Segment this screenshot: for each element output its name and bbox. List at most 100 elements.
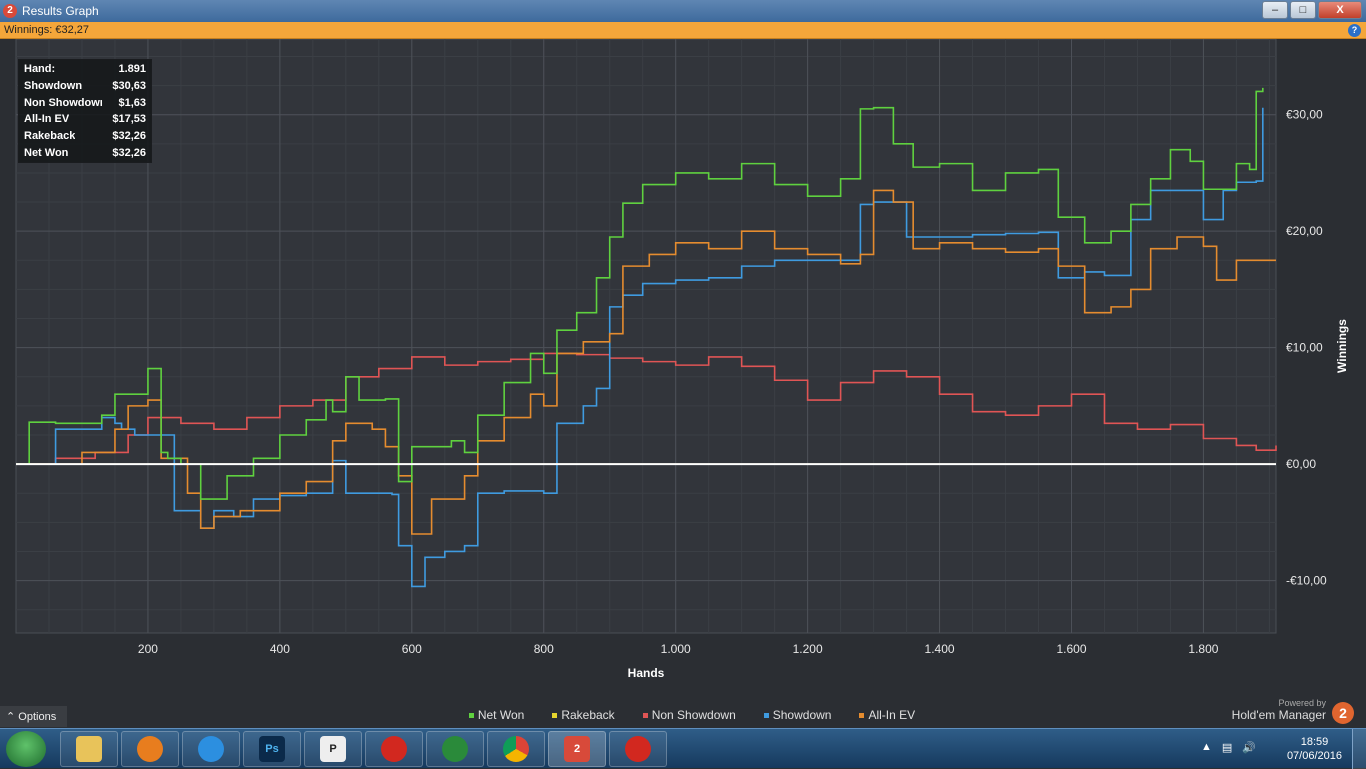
legend-item[interactable]: Non Showdown	[625, 705, 736, 725]
blender-icon	[137, 736, 163, 762]
start-button[interactable]	[6, 731, 46, 767]
legend-swatch	[859, 712, 865, 718]
tooltip-row: Non Showdown $1,63	[24, 97, 146, 114]
taskbar-cards[interactable]	[426, 731, 484, 767]
legend-item[interactable]: Net Won	[451, 705, 524, 725]
tooltip-row: Hand: 1.891	[24, 63, 146, 80]
maximize-button[interactable]: □	[1290, 1, 1316, 19]
taskbar-blender[interactable]	[121, 731, 179, 767]
tooltip-value: $1,63	[118, 96, 146, 109]
window-title: Results Graph	[22, 4, 99, 18]
x-tick-label: 1.800	[1188, 642, 1218, 656]
chevron-up-icon: ⌃	[6, 711, 16, 723]
explorer-icon	[76, 736, 102, 762]
x-tick-label: 800	[534, 642, 554, 656]
tooltip-key: Hand:	[24, 63, 56, 75]
tooltip-key: Non Showdown	[24, 96, 102, 109]
powered-by: Powered by Hold'em Manager	[1232, 698, 1326, 722]
pokerstars-icon-2	[625, 736, 651, 762]
pokerstars-icon	[381, 736, 407, 762]
x-tick-label: 1.400	[925, 642, 955, 656]
minimize-button[interactable]: –	[1262, 1, 1288, 19]
hand-tooltip: Hand: 1.891 Showdown $30,63 Non Showdown $1,6…	[18, 59, 152, 163]
legend-swatch	[552, 712, 558, 718]
help-icon[interactable]: ?	[1348, 24, 1361, 37]
legend-label: Non Showdown	[651, 708, 736, 722]
chrome-icon	[503, 736, 529, 762]
legend-label: All-In EV	[868, 708, 916, 722]
taskbar-hm2[interactable]: 2	[548, 731, 606, 767]
close-button[interactable]: X	[1318, 1, 1362, 19]
taskbar-pokerstars[interactable]	[365, 731, 423, 767]
tooltip-row: Showdown $30,63	[24, 80, 146, 97]
brand-name: Hold'em Manager	[1231, 708, 1326, 722]
hm2-icon: 2	[564, 736, 590, 762]
hm2-logo-icon: 2	[1332, 702, 1354, 724]
tooltip-value: $32,26	[112, 130, 146, 143]
x-tick-label: 1.200	[793, 642, 823, 656]
legend-item[interactable]: All-In EV	[841, 705, 915, 725]
results-graph[interactable]: 200 400 600 800 1.000 1.200 1.400 1.600 1.800 -€1…	[0, 39, 1366, 705]
cards-icon	[442, 736, 468, 762]
winnings-bar: Winnings: €32,27 ?	[0, 22, 1366, 39]
clock[interactable]: 18:59 07/06/2016	[1287, 735, 1342, 763]
legend-swatch	[642, 712, 648, 718]
legend-item[interactable]: Rakeback	[534, 705, 615, 725]
hm2-app-icon: 2	[3, 4, 17, 18]
tooltip-row: Net Won $32,26	[24, 147, 146, 164]
legend-label: Showdown	[772, 708, 832, 722]
pokerx-icon: P	[320, 736, 346, 762]
tooltip-value: $32,26	[112, 146, 146, 159]
legend-item[interactable]: Showdown	[746, 705, 832, 725]
taskbar-ie[interactable]	[182, 731, 240, 767]
volume-icon[interactable]: 🔊	[1242, 741, 1256, 754]
y-tick-label: €0,00	[1286, 457, 1316, 471]
taskbar-photoshop[interactable]: Ps	[243, 731, 301, 767]
clock-date: 07/06/2016	[1286, 750, 1342, 762]
tooltip-key: Net Won	[24, 146, 69, 159]
window-controls: – □ X	[1262, 1, 1362, 19]
system-tray: ▲ ▤ 🔊	[1201, 741, 1256, 754]
windows-taskbar: Ps P 2 ▲ ▤ 🔊 18:59 07/06/2016	[0, 728, 1366, 769]
legend-swatch	[468, 712, 474, 718]
tooltip-value: $30,63	[112, 79, 146, 92]
taskbar-items: Ps P 2	[60, 731, 667, 767]
tooltip-value: $17,53	[112, 113, 146, 126]
network-icon[interactable]: ▤	[1222, 741, 1232, 754]
tooltip-key: Rakeback	[24, 130, 76, 143]
x-tick-label: 600	[402, 642, 422, 656]
x-tick-label: 1.000	[661, 642, 691, 656]
chart-legend: Net Won Rakeback Non Showdown Showdown All-I…	[0, 705, 1366, 725]
x-axis-label: Hands	[628, 666, 665, 680]
options-button[interactable]: ⌃ Options	[0, 706, 67, 727]
legend-swatch	[763, 712, 769, 718]
y-tick-label: -€10,00	[1286, 574, 1327, 588]
ie-icon	[198, 736, 224, 762]
tooltip-row: All-In EV $17,53	[24, 113, 146, 130]
taskbar-pokerx[interactable]: P	[304, 731, 362, 767]
tooltip-key: All-In EV	[24, 113, 70, 126]
x-tick-label: 400	[270, 642, 290, 656]
tooltip-key: Showdown	[24, 79, 83, 92]
y-tick-label: €30,00	[1286, 108, 1323, 122]
options-label: Options	[18, 711, 57, 723]
tray-expand-icon[interactable]: ▲	[1201, 741, 1212, 754]
clock-time: 18:59	[1300, 736, 1329, 748]
taskbar-chrome[interactable]	[487, 731, 545, 767]
x-tick-label: 1.600	[1056, 642, 1086, 656]
legend-label: Rakeback	[561, 708, 615, 722]
photoshop-icon: Ps	[259, 736, 285, 762]
taskbar-pokerstars-2[interactable]	[609, 731, 667, 767]
winnings-label: Winnings: €32,27	[4, 24, 89, 36]
tooltip-value: 1.891	[118, 63, 146, 75]
window-titlebar: 2 Results Graph – □ X	[0, 0, 1366, 22]
powered-by-label: Powered by	[1278, 698, 1326, 708]
legend-label: Net Won	[477, 708, 525, 722]
show-desktop-button[interactable]	[1352, 729, 1366, 769]
y-axis-label: Winnings	[1335, 319, 1349, 373]
tooltip-row: Rakeback $32,26	[24, 130, 146, 147]
y-tick-label: €20,00	[1286, 224, 1323, 238]
y-tick-label: €10,00	[1286, 341, 1323, 355]
taskbar-explorer[interactable]	[60, 731, 118, 767]
plot-area	[15, 39, 1277, 634]
